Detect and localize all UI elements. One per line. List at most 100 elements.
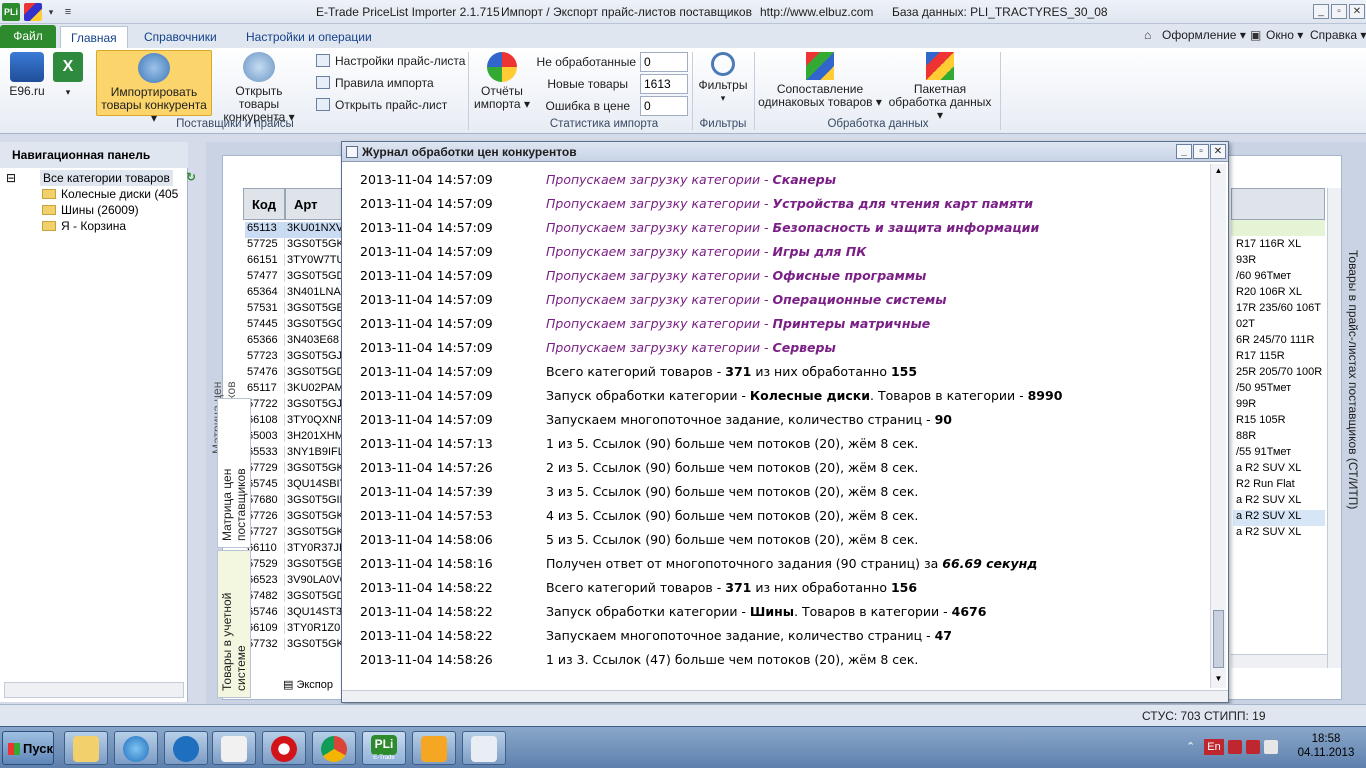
table-row[interactable]: 65117 3KU02PAM — [245, 382, 343, 398]
open-pricelist-button[interactable]: Открыть прайс-лист — [316, 98, 447, 112]
table-row[interactable]: 57732 3GS0T5GK — [245, 638, 343, 654]
table-row[interactable]: 57729 3GS0T5GK — [245, 462, 343, 478]
table-row[interactable]: 57726 3GS0T5GK — [245, 510, 343, 526]
dialog-vertical-scrollbar[interactable]: ▲ ▼ — [1210, 164, 1226, 688]
pricelist-settings-button[interactable]: Настройки прайс-листа — [316, 54, 465, 68]
table-row[interactable]: 66523 3V90LA0VG — [245, 574, 343, 590]
excel-button[interactable]: X ▾ — [50, 50, 86, 99]
table-row[interactable]: 66110 3TY0R37JR — [245, 542, 343, 558]
taskbar-clock[interactable]: 18:58 04.11.2013 — [1286, 732, 1366, 760]
minimize-button[interactable]: _ — [1313, 4, 1329, 19]
grid-header-article[interactable]: Арт — [285, 188, 343, 220]
filters-button[interactable]: Фильтры ▾ — [696, 50, 750, 105]
dialog-maximize-button[interactable]: ▫ — [1193, 144, 1209, 159]
dialog-title: Журнал обработки цен конкурентов — [362, 145, 577, 159]
table-row[interactable]: 57531 3GS0T5GE — [245, 302, 343, 318]
import-icon — [138, 53, 170, 83]
tree-item-wheels[interactable]: Колесные диски (405 — [42, 187, 186, 201]
tray-app-icon[interactable] — [1228, 740, 1242, 754]
table-row[interactable]: 65745 3QU14SBIY — [245, 478, 343, 494]
table-row[interactable]: 66109 3TY0R1Z0L — [245, 622, 343, 638]
table-row[interactable]: 57722 3GS0T5GJ — [245, 398, 343, 414]
grid-vertical-scrollbar[interactable] — [1327, 188, 1341, 668]
grid-header-code[interactable]: Код — [243, 188, 285, 220]
qat-dropdown-icon[interactable]: ▾ — [46, 3, 56, 21]
reports-button[interactable]: Отчёты импорта ▾ — [472, 50, 532, 111]
table-row[interactable]: 57723 3GS0T5GJ — [245, 350, 343, 366]
scroll-thumb[interactable] — [1213, 610, 1224, 668]
scroll-up-icon[interactable]: ▲ — [1212, 164, 1225, 178]
taskbar-snipping[interactable] — [462, 731, 506, 765]
language-indicator[interactable]: En — [1204, 739, 1224, 755]
truck-icon — [10, 52, 44, 82]
taskbar-ie[interactable] — [114, 731, 158, 765]
tray-expand-icon[interactable]: ⌃ — [1186, 740, 1195, 753]
e96-button[interactable]: E96.ru — [6, 50, 48, 98]
table-row[interactable]: 65366 3N403E68 — [245, 334, 343, 350]
refresh-icon[interactable]: ↻ — [186, 170, 204, 186]
scroll-down-icon[interactable]: ▼ — [1212, 672, 1225, 686]
export-button[interactable]: ▤ Экспор — [283, 678, 333, 691]
dialog-minimize-button[interactable]: _ — [1176, 144, 1192, 159]
table-row[interactable]: 57680 3GS0T5GIR — [245, 494, 343, 510]
menu-design[interactable]: Оформление ▾ — [1162, 28, 1246, 42]
cube-icon[interactable] — [24, 3, 42, 21]
log-timestamp: 2013-11-04 14:57:09 — [360, 244, 493, 259]
open-supplier-button[interactable]: Открыть товары конкурента ▾ — [214, 50, 304, 124]
table-row[interactable]: 57445 3GS0T5GC — [245, 318, 343, 334]
match-same-button[interactable]: Сопоставление одинаковых товаров ▾ — [758, 50, 882, 109]
taskbar-explorer[interactable] — [64, 731, 108, 765]
tree-expand-icon[interactable]: ⊟ — [6, 171, 16, 185]
import-competitor-button[interactable]: Импортировать товары конкурента ▾ — [96, 50, 212, 125]
qat-customize-icon[interactable]: ≡ — [62, 3, 74, 21]
taskbar-pli[interactable]: PLi E-Trade — [362, 731, 406, 765]
stat-error-field[interactable] — [640, 96, 688, 116]
table-row[interactable]: 57727 3GS0T5GK — [245, 526, 343, 542]
taskbar-opera[interactable] — [262, 731, 306, 765]
tab-supplier-price-matrix[interactable]: Матрица цен поставщиков — [217, 398, 251, 548]
network-icon[interactable] — [1264, 740, 1278, 754]
stat-unprocessed-field[interactable] — [640, 52, 688, 72]
group-label-processing: Обработка данных — [827, 118, 929, 130]
tray-app-icon[interactable] — [1246, 740, 1260, 754]
dialog-close-button[interactable]: ✕ — [1210, 144, 1226, 159]
tree-item-cart[interactable]: Я - Корзина — [42, 219, 126, 233]
tab-accounting-products[interactable]: Товары в учетной системе — [217, 550, 251, 698]
import-rules-button[interactable]: Правила импорта — [316, 76, 434, 90]
table-row[interactable]: 57529 3GS0T5GE — [245, 558, 343, 574]
start-button[interactable]: Пуск — [2, 731, 54, 765]
table-row[interactable]: 57476 3GS0T5GD — [245, 366, 343, 382]
taskbar-chrome[interactable] — [312, 731, 356, 765]
taskbar-media[interactable] — [212, 731, 256, 765]
tab-references[interactable]: Справочники — [134, 26, 227, 48]
table-row[interactable]: 65003 3H201XHM — [245, 430, 343, 446]
tree-root-all-categories[interactable]: Все категории товаров — [40, 170, 173, 186]
tab-file[interactable]: Файл — [0, 25, 56, 48]
menu-help[interactable]: Справка ▾ — [1310, 28, 1366, 42]
table-row[interactable]: 66151 3TY0W7TU — [245, 254, 343, 270]
table-row[interactable]: 66108 3TY0QXNR — [245, 414, 343, 430]
home-icon[interactable]: ⌂ — [1144, 28, 1151, 42]
stat-new-field[interactable] — [640, 74, 688, 94]
table-row[interactable]: 65364 3N401LNA — [245, 286, 343, 302]
taskbar-outlook[interactable] — [412, 731, 456, 765]
table-row[interactable]: 65533 3NY1B9IFL — [245, 446, 343, 462]
close-button[interactable]: ✕ — [1349, 4, 1365, 19]
table-row[interactable]: 651133KU01NXV7 — [245, 222, 343, 238]
table-row[interactable]: 57482 3GS0T5GD — [245, 590, 343, 606]
tree-item-tires[interactable]: Шины (26009) — [42, 203, 139, 217]
menu-window[interactable]: Окно ▾ — [1266, 28, 1303, 42]
grid-horizontal-scrollbar[interactable] — [1231, 654, 1327, 668]
taskbar-teamviewer[interactable] — [164, 731, 208, 765]
cell-code: 65113 — [245, 222, 285, 234]
cell-article: 3QU14SBIY — [287, 478, 343, 490]
nav-horizontal-scrollbar[interactable] — [4, 682, 184, 698]
tab-home[interactable]: Главная — [60, 26, 128, 48]
table-row[interactable]: 65746 3QU14ST3 — [245, 606, 343, 622]
tab-settings[interactable]: Настройки и операции — [236, 26, 382, 48]
app-logo-icon[interactable]: PLi — [2, 3, 20, 21]
table-row[interactable]: 577253GS0T5GK0 — [245, 238, 343, 254]
batch-processing-button[interactable]: Пакетная обработка данных ▾ — [884, 50, 996, 122]
maximize-button[interactable]: ▫ — [1331, 4, 1347, 19]
table-row[interactable]: 57477 3GS0T5GD — [245, 270, 343, 286]
